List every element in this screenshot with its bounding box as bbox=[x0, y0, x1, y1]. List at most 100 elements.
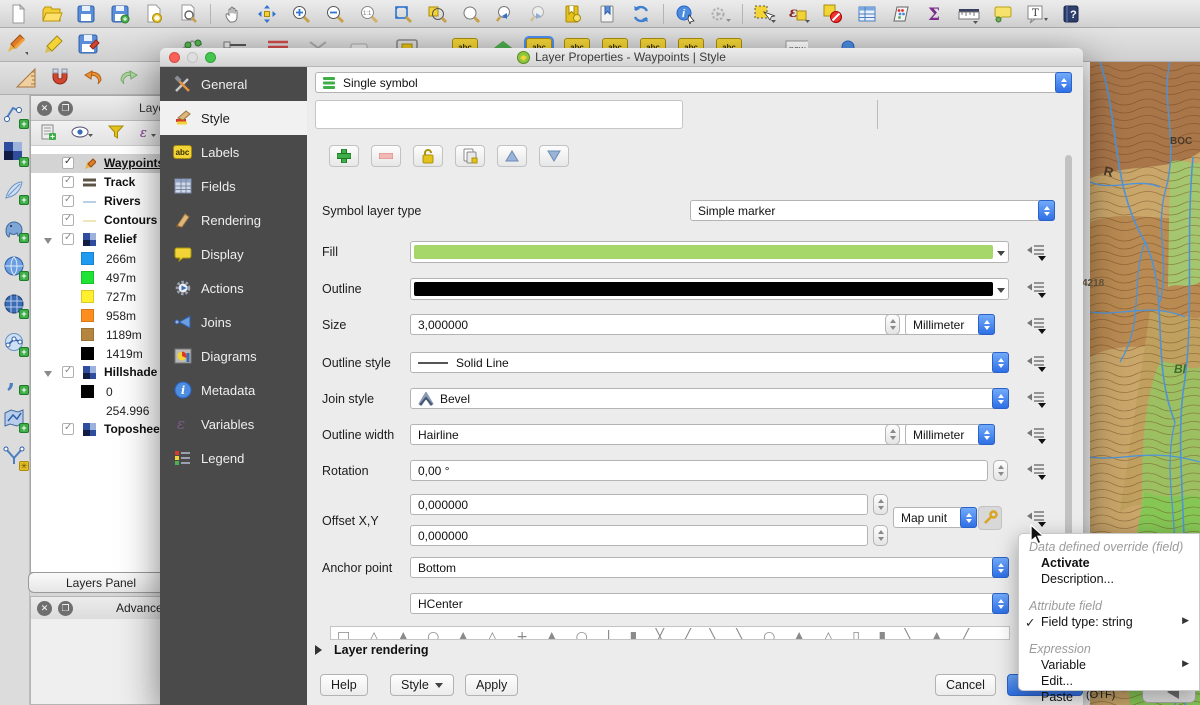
select-expression-icon[interactable]: ε bbox=[787, 2, 811, 26]
combo-spin-icon[interactable] bbox=[1038, 200, 1055, 221]
add-wms-layer-icon[interactable]: + bbox=[3, 255, 27, 279]
expander-open-icon[interactable] bbox=[44, 371, 52, 381]
zoom-native-icon[interactable]: 1:1 bbox=[357, 2, 381, 26]
tab-style[interactable]: Style bbox=[160, 101, 307, 135]
pan-map-icon[interactable] bbox=[221, 2, 245, 26]
offset-y-stepper[interactable] bbox=[873, 525, 888, 546]
combo-spin-icon[interactable] bbox=[992, 557, 1009, 578]
redo-icon[interactable] bbox=[116, 66, 140, 90]
outline-width-data-defined-button[interactable] bbox=[1025, 424, 1048, 446]
zoom-selection-icon[interactable] bbox=[425, 2, 449, 26]
rotation-stepper[interactable] bbox=[993, 460, 1008, 481]
zoom-full-icon[interactable] bbox=[391, 2, 415, 26]
cancel-button[interactable]: Cancel bbox=[935, 674, 996, 696]
outline-data-defined-button[interactable] bbox=[1025, 278, 1048, 300]
size-unit-combo[interactable]: Millimeter bbox=[905, 314, 995, 335]
bookmark-show-icon[interactable] bbox=[595, 2, 619, 26]
panel-float-icon[interactable]: ❐ bbox=[58, 101, 73, 116]
composer-new-icon[interactable] bbox=[142, 2, 166, 26]
renderer-combo[interactable]: Single symbol bbox=[315, 72, 1072, 93]
panel-close-icon[interactable]: ✕ bbox=[37, 601, 52, 616]
apply-button[interactable]: Apply bbox=[465, 674, 518, 696]
current-edits-icon[interactable] bbox=[4, 33, 28, 57]
combo-spin-icon[interactable] bbox=[978, 314, 995, 335]
tab-general[interactable]: General bbox=[160, 67, 307, 101]
tab-fields[interactable]: Fields bbox=[160, 169, 307, 203]
offset-unit-combo[interactable]: Map unit bbox=[893, 507, 977, 528]
statistics-icon[interactable]: Σ bbox=[923, 2, 947, 26]
color-dropdown-icon[interactable] bbox=[997, 251, 1005, 260]
duplicate-symbol-layer-button[interactable] bbox=[455, 145, 485, 167]
symbol-preview-box[interactable] bbox=[315, 100, 683, 129]
outline-color-button[interactable] bbox=[410, 278, 1009, 300]
attribute-table-icon[interactable] bbox=[855, 2, 879, 26]
layer-checkbox[interactable] bbox=[62, 366, 74, 378]
layer-checkbox[interactable] bbox=[62, 195, 74, 207]
combo-spin-icon[interactable] bbox=[992, 593, 1009, 614]
offset-x-input[interactable]: 0,000000 bbox=[410, 494, 868, 515]
map-tips-icon[interactable] bbox=[991, 2, 1015, 26]
menu-item-variable[interactable]: Variable bbox=[1019, 657, 1199, 673]
zoom-in-icon[interactable] bbox=[289, 2, 313, 26]
help-button[interactable]: Help bbox=[320, 674, 368, 696]
composer-manager-icon[interactable] bbox=[176, 2, 200, 26]
expander-open-icon[interactable] bbox=[44, 238, 52, 248]
size-data-defined-button[interactable] bbox=[1025, 314, 1048, 336]
snapping-icon[interactable] bbox=[48, 66, 72, 90]
tab-diagrams[interactable]: Diagrams bbox=[160, 339, 307, 373]
help-icon[interactable]: ? bbox=[1059, 2, 1083, 26]
anchor-vertical-combo[interactable]: Bottom bbox=[410, 557, 1009, 578]
zoom-next-icon[interactable] bbox=[527, 2, 551, 26]
text-annotation-icon[interactable]: T bbox=[1025, 2, 1049, 26]
layer-checkbox[interactable] bbox=[62, 214, 74, 226]
layer-checkbox[interactable] bbox=[62, 233, 74, 245]
zoom-layer-icon[interactable] bbox=[459, 2, 483, 26]
outline-width-unit-combo[interactable]: Millimeter bbox=[905, 424, 995, 445]
toggle-editing-icon[interactable] bbox=[40, 33, 64, 57]
add-wcs-layer-icon[interactable]: + bbox=[3, 293, 27, 317]
manage-visibility-icon[interactable] bbox=[71, 124, 93, 143]
panel-float-icon[interactable]: ❐ bbox=[58, 601, 73, 616]
layer-checkbox[interactable] bbox=[62, 157, 74, 169]
offset-y-input[interactable]: 0,000000 bbox=[410, 525, 868, 546]
tab-actions[interactable]: Actions bbox=[160, 271, 307, 305]
project-save-as-icon[interactable] bbox=[108, 2, 132, 26]
zoom-out-icon[interactable] bbox=[323, 2, 347, 26]
filter-legend-icon[interactable] bbox=[107, 124, 125, 143]
add-postgis-layer-icon[interactable]: + bbox=[3, 217, 27, 241]
add-raster-layer-icon[interactable]: + bbox=[3, 141, 27, 165]
undo-icon[interactable] bbox=[82, 66, 106, 90]
tab-rendering[interactable]: Rendering bbox=[160, 203, 307, 237]
add-spatialite-layer-icon[interactable]: + bbox=[3, 179, 27, 203]
dialog-titlebar[interactable]: Layer Properties - Waypoints | Style bbox=[160, 48, 1083, 67]
new-geometry-layer-icon[interactable]: ✳ bbox=[3, 445, 27, 469]
move-up-button[interactable] bbox=[497, 145, 527, 167]
layer-checkbox[interactable] bbox=[62, 176, 74, 188]
combo-spin-icon[interactable] bbox=[992, 388, 1009, 409]
project-save-icon[interactable] bbox=[74, 2, 98, 26]
close-window-icon[interactable] bbox=[169, 52, 180, 63]
menu-item-paste[interactable]: Paste bbox=[1019, 689, 1199, 705]
measure-icon[interactable] bbox=[957, 2, 981, 26]
rotation-input[interactable]: 0,00 ° bbox=[410, 460, 988, 481]
style-menu-button[interactable]: Style bbox=[390, 674, 454, 696]
layers-panel-tab[interactable]: Layers Panel bbox=[28, 572, 174, 593]
menu-item-description[interactable]: Description... bbox=[1019, 571, 1199, 587]
layer-rendering-section[interactable]: Layer rendering bbox=[315, 643, 428, 657]
add-vector-layer-icon[interactable]: + bbox=[3, 103, 27, 127]
menu-item-activate[interactable]: Activate bbox=[1019, 555, 1199, 571]
select-features-icon[interactable] bbox=[753, 2, 777, 26]
marker-preset-strip[interactable]: □ △ ▲ ○ ▲ △ + ▲ ○ | ▮ ╳ ╱ ╲ ╲ ○ ▲ △ ▯ ▮ … bbox=[330, 626, 1010, 640]
save-layer-edits-icon[interactable] bbox=[76, 33, 100, 57]
zoom-window-icon[interactable] bbox=[205, 52, 216, 63]
tab-variables[interactable]: ε Variables bbox=[160, 407, 307, 441]
offset-x-stepper[interactable] bbox=[873, 494, 888, 515]
lock-symbol-layer-button[interactable] bbox=[413, 145, 443, 167]
zoom-last-icon[interactable] bbox=[493, 2, 517, 26]
expression-filter-icon[interactable]: ε bbox=[139, 124, 161, 143]
combo-spin-icon[interactable] bbox=[1055, 72, 1072, 93]
combo-spin-icon[interactable] bbox=[978, 424, 995, 445]
run-feature-action-icon[interactable] bbox=[708, 2, 732, 26]
add-wfs-layer-icon[interactable]: + bbox=[3, 331, 27, 355]
field-calculator-icon[interactable] bbox=[889, 2, 913, 26]
